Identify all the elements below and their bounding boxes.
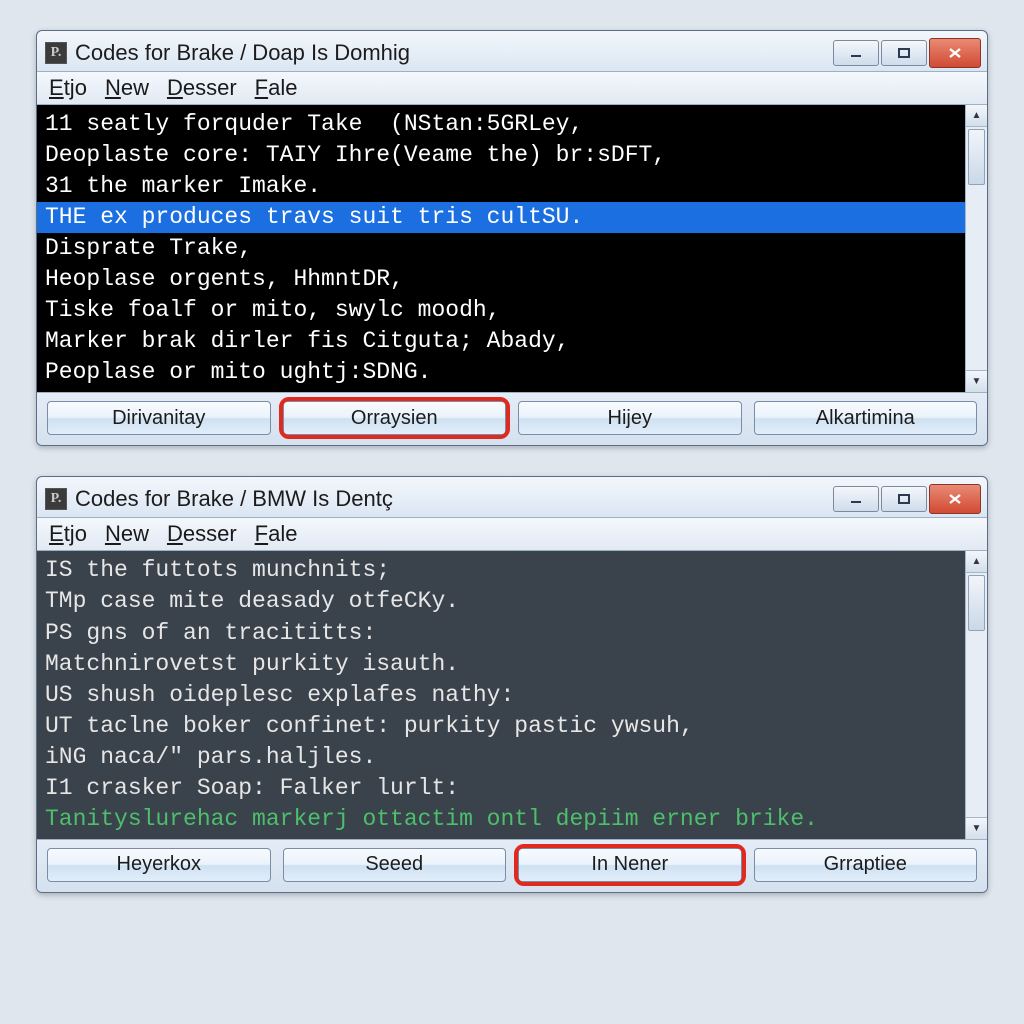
close-button[interactable] — [929, 38, 981, 68]
vertical-scrollbar[interactable]: ▲ ▼ — [965, 551, 987, 838]
console-line: Tiske foalf or mito, swylc moodh, — [45, 295, 957, 326]
button-row: Heyerkox Seeed In Nener Grraptiee — [37, 840, 987, 892]
menubar: Etjo New Desser Fale — [37, 71, 987, 105]
console-line: I1 crasker Soap: Falker lurlt: — [45, 773, 957, 804]
app-icon: P. — [45, 42, 67, 64]
console-line: TMp case mite deasady otfeCKy. — [45, 586, 957, 617]
console-line: Matchnirovetst purkity isauth. — [45, 649, 957, 680]
scroll-down-button[interactable]: ▼ — [966, 370, 987, 392]
menu-new[interactable]: New — [103, 75, 151, 101]
menu-fale[interactable]: Fale — [253, 521, 300, 547]
scroll-track[interactable] — [966, 127, 987, 370]
minimize-icon — [848, 493, 864, 505]
console-line: iNG naca/" pars.haljles. — [45, 742, 957, 773]
scroll-up-button[interactable]: ▲ — [966, 551, 987, 573]
menu-desser[interactable]: Desser — [165, 75, 239, 101]
menu-desser[interactable]: Desser — [165, 521, 239, 547]
close-button[interactable] — [929, 484, 981, 514]
console-output[interactable]: 11 seatly forquder Take (NStan:5GRLey, D… — [37, 105, 965, 392]
console-line: PS gns of an tracititts: — [45, 618, 957, 649]
scroll-thumb[interactable] — [968, 129, 985, 185]
scroll-down-button[interactable]: ▼ — [966, 817, 987, 839]
window-title: Codes for Brake / BMW Is Dentç — [75, 486, 833, 512]
seeed-button[interactable]: Seeed — [283, 848, 507, 882]
console-line: US shush oideplesc explafes nathy: — [45, 680, 957, 711]
console-line: Peoplase or mito ughtj:SDNG. — [45, 357, 957, 388]
alkartimina-button[interactable]: Alkartimina — [754, 401, 978, 435]
console-line: Deoplaste core: TAIY Ihre(Veame the) br:… — [45, 140, 957, 171]
in-nener-button[interactable]: In Nener — [518, 848, 742, 882]
maximize-icon — [897, 47, 911, 59]
button-row: Dirivanitay Orraysien Hijey Alkartimina — [37, 393, 987, 445]
console-line: 31 the marker Imake. — [45, 171, 957, 202]
close-icon — [947, 46, 963, 60]
scroll-thumb[interactable] — [968, 575, 985, 631]
orraysien-button[interactable]: Orraysien — [283, 401, 507, 435]
console-line-selected[interactable]: THE ex produces travs suit tris cultSU. — [37, 202, 965, 233]
content-area: IS the futtots munchnits; TMp case mite … — [37, 551, 987, 839]
window-controls — [833, 38, 981, 68]
console-line: IS the futtots munchnits; — [45, 555, 957, 586]
minimize-button[interactable] — [833, 486, 879, 512]
menubar: Etjo New Desser Fale — [37, 517, 987, 551]
console-output[interactable]: IS the futtots munchnits; TMp case mite … — [37, 551, 965, 838]
menu-etjo[interactable]: Etjo — [47, 75, 89, 101]
console-line: Disprate Trake, — [45, 233, 957, 264]
maximize-icon — [897, 493, 911, 505]
minimize-button[interactable] — [833, 40, 879, 66]
grraptiee-button[interactable]: Grraptiee — [754, 848, 978, 882]
titlebar[interactable]: P. Codes for Brake / Doap Is Domhig — [37, 31, 987, 71]
menu-new[interactable]: New — [103, 521, 151, 547]
maximize-button[interactable] — [881, 486, 927, 512]
dirivanitay-button[interactable]: Dirivanitay — [47, 401, 271, 435]
titlebar[interactable]: P. Codes for Brake / BMW Is Dentç — [37, 477, 987, 517]
console-line-prompt: Tanityslurehac markerj ottactim ontl dep… — [45, 804, 957, 835]
minimize-icon — [848, 47, 864, 59]
content-area: 11 seatly forquder Take (NStan:5GRLey, D… — [37, 105, 987, 393]
window-1: P. Codes for Brake / Doap Is Domhig Etjo… — [36, 30, 988, 446]
hijey-button[interactable]: Hijey — [518, 401, 742, 435]
menu-fale[interactable]: Fale — [253, 75, 300, 101]
close-icon — [947, 492, 963, 506]
vertical-scrollbar[interactable]: ▲ ▼ — [965, 105, 987, 392]
menu-etjo[interactable]: Etjo — [47, 521, 89, 547]
app-icon: P. — [45, 488, 67, 510]
scroll-up-button[interactable]: ▲ — [966, 105, 987, 127]
console-line: UT taclne boker confinet: purkity pastic… — [45, 711, 957, 742]
console-line: 11 seatly forquder Take (NStan:5GRLey, — [45, 109, 957, 140]
console-line: Marker brak dirler fis Citguta; Abady, — [45, 326, 957, 357]
maximize-button[interactable] — [881, 40, 927, 66]
window-title: Codes for Brake / Doap Is Domhig — [75, 40, 833, 66]
scroll-track[interactable] — [966, 573, 987, 816]
heyerkox-button[interactable]: Heyerkox — [47, 848, 271, 882]
window-2: P. Codes for Brake / BMW Is Dentç Etjo N… — [36, 476, 988, 892]
console-line: Heoplase orgents, HhmntDR, — [45, 264, 957, 295]
window-controls — [833, 484, 981, 514]
